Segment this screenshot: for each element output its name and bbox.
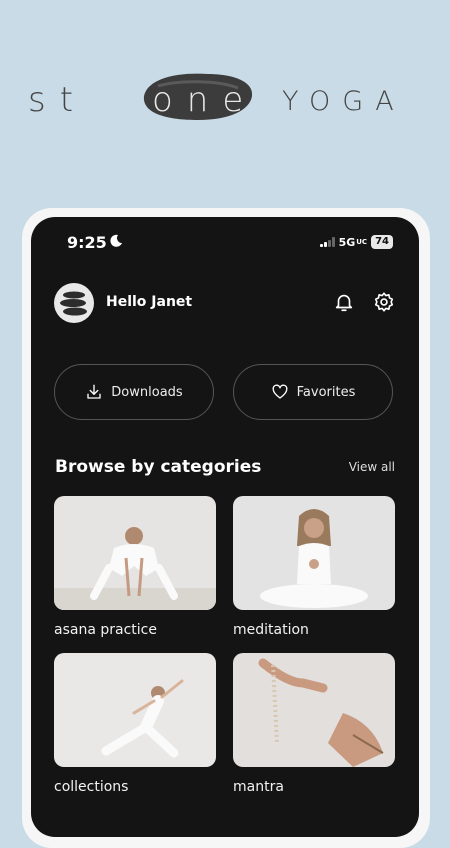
moon-icon xyxy=(110,234,122,247)
app-screen: 9:25 5G UC 74 Hello Janet Downloads Favo… xyxy=(31,217,419,837)
settings-gear-icon[interactable] xyxy=(373,291,395,313)
download-icon xyxy=(87,384,101,399)
category-image xyxy=(233,653,395,767)
status-time: 9:25 xyxy=(67,233,107,252)
stone-stack-icon xyxy=(60,291,87,316)
category-card-meditation[interactable]: meditation xyxy=(233,496,395,638)
category-label: meditation xyxy=(233,622,309,638)
brand-text-highlight: one xyxy=(152,80,258,120)
brand-text-yoga: YOGA xyxy=(282,86,406,117)
favorites-label: Favorites xyxy=(296,384,356,400)
signal-icon xyxy=(319,237,335,247)
category-image xyxy=(233,496,395,610)
network-suffix: UC xyxy=(356,238,368,246)
category-card-asana[interactable]: asana practice xyxy=(54,496,216,638)
battery-indicator: 74 xyxy=(371,235,393,249)
heart-icon xyxy=(272,384,288,399)
browse-section-title: Browse by categories xyxy=(55,457,262,477)
greeting-text: Hello Janet xyxy=(106,294,193,310)
view-all-link[interactable]: View all xyxy=(349,460,395,474)
status-indicators: 5G UC 74 xyxy=(319,235,393,249)
avatar[interactable] xyxy=(54,283,94,323)
downloads-button[interactable]: Downloads xyxy=(54,364,214,420)
category-card-collections[interactable]: collections xyxy=(54,653,216,795)
category-label: asana practice xyxy=(54,622,157,638)
category-image xyxy=(54,496,216,610)
app-header: Hello Janet xyxy=(31,281,419,325)
status-bar: 9:25 5G UC 74 xyxy=(31,217,419,267)
favorites-button[interactable]: Favorites xyxy=(233,364,393,420)
category-label: mantra xyxy=(233,779,284,795)
category-image xyxy=(54,653,216,767)
category-label: collections xyxy=(54,779,129,795)
downloads-label: Downloads xyxy=(111,384,183,400)
brand-text-start: st xyxy=(28,80,88,120)
network-label: 5G xyxy=(338,235,356,249)
category-card-mantra[interactable]: mantra xyxy=(233,653,395,795)
notifications-bell-icon[interactable] xyxy=(333,291,355,313)
brand-logo: st one YOGA xyxy=(0,0,450,190)
